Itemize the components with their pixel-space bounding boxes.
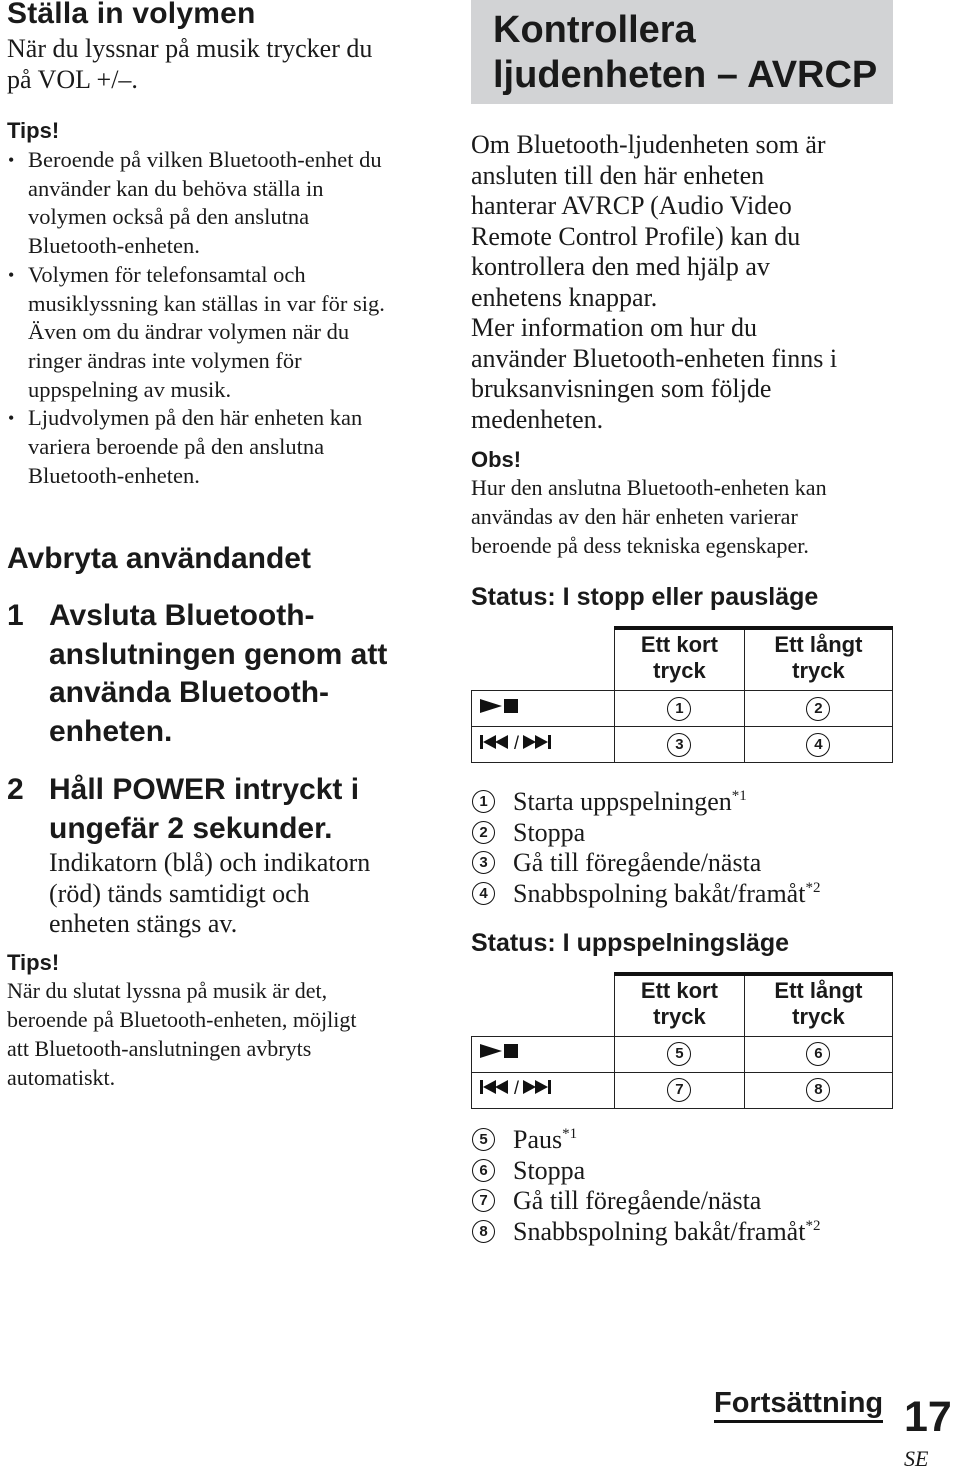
prev-next-keys: / xyxy=(471,726,615,763)
prev-next-icon: / xyxy=(480,733,551,753)
step-number: 1 xyxy=(7,599,24,633)
play-stop-keys xyxy=(471,1035,615,1073)
column-short-press: Ett kort tryck xyxy=(614,971,745,1037)
ref-badge: 6 xyxy=(806,1042,831,1067)
column-short-press: Ett kort tryck xyxy=(614,626,745,691)
column-long-press: Ett långt tryck xyxy=(743,626,894,691)
volume-lead: När du lyssnar på musik trycker du på VO… xyxy=(7,34,373,94)
tip-item: • Beroende på vilken Bluetooth-enhet du a… xyxy=(8,147,382,259)
section-header-box: Kontrollera ljudenheten – AVRCP xyxy=(471,0,893,104)
legend-item: 2 Stoppa xyxy=(471,818,893,849)
legend-stopped: 1 Starta uppspelningen*1 2 Stoppa 3 Gå till… xyxy=(471,787,893,910)
ref-badge: 4 xyxy=(806,732,831,757)
page-number: 17 xyxy=(904,1393,952,1441)
table-row: 1 2 xyxy=(471,690,894,727)
legend-playing: 5 Paus*1 6 Stoppa 7 Gå till föregående/näst… xyxy=(471,1125,893,1248)
step-number: 2 xyxy=(7,773,24,807)
table-row: / 3 4 xyxy=(471,726,894,763)
status-heading-playing: Status: I uppspelningsläge xyxy=(471,928,790,957)
bullet-icon: • xyxy=(8,408,15,429)
tip-item: • Ljudvolymen på den här enheten kan vari… xyxy=(8,405,363,488)
ref-badge: 1 xyxy=(667,696,692,721)
ref-badge: 8 xyxy=(806,1078,831,1103)
legend-item: 4 Snabbspolning bakåt/framåt*2 xyxy=(471,879,893,910)
ref-badge: 3 xyxy=(667,732,692,757)
legend-item: 7 Gå till föregående/nästa xyxy=(471,1186,893,1217)
right-column: Kontrollera ljudenheten – AVRCP Om Bluet… xyxy=(471,0,894,1248)
legend-item: 5 Paus*1 xyxy=(471,1125,893,1156)
play-stop-keys xyxy=(471,690,615,727)
section-title-volume: Ställa in volymen xyxy=(7,0,256,30)
step-title: Avsluta Bluetooth- anslutningen genom at… xyxy=(49,599,388,748)
note-heading: Obs! xyxy=(471,447,522,472)
step-2: 2 Håll POWER intryckt i ungefär 2 sekund… xyxy=(7,771,457,940)
tips-list: • Beroende på vilken Bluetooth-enhet du a… xyxy=(7,146,457,490)
avrcp-intro: Om Bluetooth-ljudenheten som är ansluten … xyxy=(471,130,838,434)
status-heading-stopped: Status: I stopp eller pausläge xyxy=(471,583,819,611)
tip-item: • Volymen för telefonsamtal och musiklyss… xyxy=(8,261,385,402)
tips-heading-2: Tips! xyxy=(7,949,60,975)
ref-badge: 2 xyxy=(806,696,831,721)
note-text: Hur den anslutna Bluetooth-enheten kan an… xyxy=(471,475,827,558)
table-row: / 7 8 xyxy=(471,1071,894,1109)
tips-text: När du slutat lyssna på musik är det, be… xyxy=(7,977,357,1090)
svg-text:/: / xyxy=(514,1078,519,1097)
svg-text:/: / xyxy=(514,733,519,752)
ref-badge: 5 xyxy=(667,1042,692,1067)
section-title-avrcp: Kontrollera ljudenheten – AVRCP xyxy=(493,9,878,96)
continued-label: Fortsättning xyxy=(714,1386,884,1423)
legend-item: 6 Stoppa xyxy=(471,1156,893,1187)
page-language: SE xyxy=(904,1446,929,1471)
step-1: 1 Avsluta Bluetooth- anslutningen genom … xyxy=(7,597,457,751)
bullet-icon: • xyxy=(8,264,15,285)
controls-table-stopped: Ett kort tryck Ett långt tryck 1 2 / 3 4 xyxy=(471,626,894,763)
play-stop-icon xyxy=(480,1044,518,1059)
section-title-cancel: Avbryta användandet xyxy=(7,542,311,576)
play-stop-icon xyxy=(480,698,518,713)
step-title: Håll POWER intryckt i ungefär 2 sekunder… xyxy=(49,773,360,845)
step-description: Indikatorn (blå) och indikatorn (röd) tä… xyxy=(49,848,371,939)
legend-item: 3 Gå till föregående/nästa xyxy=(471,848,893,879)
ref-badge: 7 xyxy=(667,1078,692,1103)
table-row: 5 6 xyxy=(471,1035,894,1073)
controls-table-playing: Ett kort tryck Ett långt tryck 5 6 / 7 8 xyxy=(471,971,894,1109)
column-long-press: Ett långt tryck xyxy=(743,971,894,1037)
legend-item: 1 Starta uppspelningen*1 xyxy=(471,787,893,818)
legend-item: 8 Snabbspolning bakåt/framåt*2 xyxy=(471,1217,893,1248)
tips-heading: Tips! xyxy=(7,118,60,143)
prev-next-keys: / xyxy=(471,1071,615,1109)
prev-next-icon: / xyxy=(480,1078,551,1098)
left-column: Ställa in volymen När du lyssnar på musi… xyxy=(7,0,457,1092)
bullet-icon: • xyxy=(8,150,15,170)
